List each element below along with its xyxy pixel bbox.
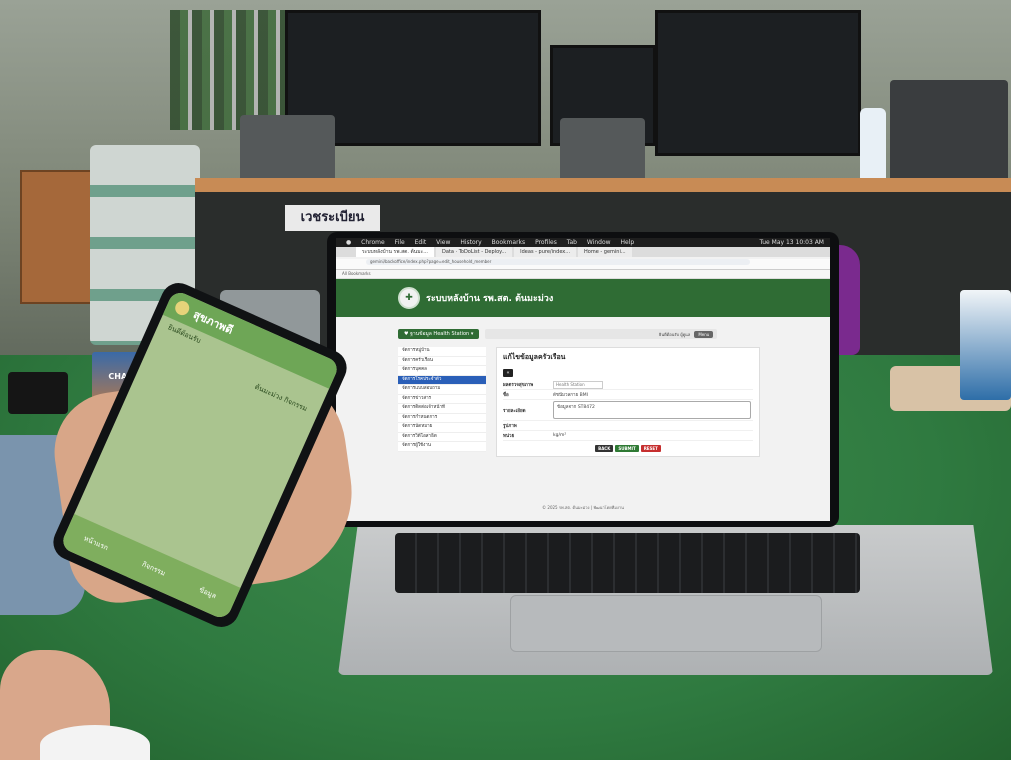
sidebar-item-surveys[interactable]: จัดการแบบสอบถาม bbox=[398, 385, 486, 395]
user-bar: ยินดีต้อนรับ ผู้ดูแล Menu bbox=[485, 329, 718, 339]
photo-scene: เวชระเบียน CHABAA ● Chrome File Edit Vie… bbox=[0, 0, 1011, 760]
juice-cup-right bbox=[960, 290, 1011, 400]
menu-profiles[interactable]: Profiles bbox=[535, 239, 557, 246]
sidebar-item-videos[interactable]: จัดการวิดีโอสาธิต bbox=[398, 432, 486, 442]
field-label: ผลตรวจสุขภาพ bbox=[503, 383, 534, 388]
browser-tab[interactable]: Ideas - pure/index... bbox=[514, 247, 577, 257]
main-content: จัดการหมู่บ้าน จัดการครัวเรือน จัดการบุค… bbox=[398, 347, 830, 457]
back-arrow-icon[interactable]: « bbox=[503, 369, 513, 377]
submit-button[interactable]: SUBMIT bbox=[615, 445, 639, 452]
black-tablet bbox=[8, 372, 68, 414]
sidebar-item-persons[interactable]: จัดการบุคคล bbox=[398, 366, 486, 376]
app-title: ระบบหลังบ้าน รพ.สต. ต้นมะม่วง bbox=[426, 294, 554, 304]
form-row-name: ชื่อ ดัชนีมวลกาย BMI bbox=[503, 390, 753, 400]
sidebar: จัดการหมู่บ้าน จัดการครัวเรือน จัดการบุค… bbox=[398, 347, 486, 457]
field-label: รูปภาพ bbox=[503, 424, 517, 429]
wooden-cabinet bbox=[20, 170, 99, 304]
sidebar-item-diseases[interactable]: จัดการโรคประจำตัว bbox=[398, 375, 486, 385]
sidebar-item-users[interactable]: จัดการผู้ใช้งาน bbox=[398, 442, 486, 452]
computer-mouse bbox=[40, 725, 150, 760]
reset-button[interactable]: RESET bbox=[640, 445, 661, 452]
laptop-screen: ● Chrome File Edit View History Bookmark… bbox=[336, 238, 830, 521]
form-buttons: BACK SUBMIT RESET bbox=[503, 445, 753, 452]
type-select[interactable]: Health Station bbox=[553, 380, 603, 389]
hospital-logo-icon: ✚ bbox=[398, 287, 420, 309]
menubar-clock: Tue May 13 10:03 AM bbox=[759, 239, 825, 246]
app-footer: © 2025 รพ.สต. ต้นมะม่วง | พัฒนาโดยทีมงาน bbox=[542, 505, 624, 510]
browser-toolbar: gemini/backoffice/index.php?page=edit_ho… bbox=[336, 259, 830, 270]
phone-logo-icon bbox=[172, 298, 192, 318]
menu-bookmarks[interactable]: Bookmarks bbox=[492, 239, 526, 246]
health-station-label: ฐานข้อมูล Health Station bbox=[410, 331, 470, 337]
browser-tab[interactable]: Home - gemini... bbox=[578, 247, 632, 257]
field-label: หน่วย bbox=[503, 434, 515, 439]
records-sign: เวชระเบียน bbox=[285, 205, 380, 231]
form-row-image: รูปภาพ bbox=[503, 421, 753, 431]
desk-top bbox=[195, 178, 1011, 192]
menu-tab[interactable]: Tab bbox=[567, 239, 577, 246]
sidebar-item-schedule[interactable]: จัดการกำหนดการ bbox=[398, 413, 486, 423]
edit-form: แก้ไขข้อมูลครัวเรือน « ผลตรวจสุขภาพ Heal… bbox=[496, 347, 760, 457]
form-title: แก้ไขข้อมูลครัวเรือน bbox=[503, 353, 566, 361]
apple-icon[interactable]: ● bbox=[346, 239, 351, 246]
printer-left bbox=[240, 115, 335, 185]
menu-chrome[interactable]: Chrome bbox=[361, 239, 385, 246]
monitor-right bbox=[655, 10, 861, 156]
sidebar-item-villages[interactable]: จัดการหมู่บ้าน bbox=[398, 347, 486, 357]
menu-window[interactable]: Window bbox=[587, 239, 611, 246]
menu-file[interactable]: File bbox=[395, 239, 405, 246]
browser-tab[interactable]: Data · ToDoList - Deploy... bbox=[435, 247, 513, 257]
trackpad[interactable] bbox=[510, 595, 822, 652]
browser-tab[interactable]: ระบบหลังบ้าน รพ.สต. ต้นมะ... bbox=[356, 247, 434, 257]
menu-view[interactable]: View bbox=[436, 239, 450, 246]
bookmarks-bar[interactable]: All Bookmarks bbox=[336, 270, 830, 279]
sidebar-item-households[interactable]: จัดการครัวเรือน bbox=[398, 356, 486, 366]
health-station-button[interactable]: ♥ ฐานข้อมูล Health Station ▾ bbox=[398, 329, 480, 339]
back-button[interactable]: BACK bbox=[595, 445, 614, 452]
address-bar[interactable]: gemini/backoffice/index.php?page=edit_ho… bbox=[366, 259, 750, 265]
sidebar-item-news[interactable]: จัดการข่าวสาร bbox=[398, 394, 486, 404]
sidebar-item-contacts[interactable]: จัดการติดต่อเจ้าหน้าที่ bbox=[398, 404, 486, 414]
phone-nav-home[interactable]: หน้าแรก bbox=[82, 533, 110, 554]
mac-menubar: ● Chrome File Edit View History Bookmark… bbox=[336, 238, 830, 247]
sidebar-item-appointments[interactable]: จัดการนัดหมาย bbox=[398, 423, 486, 433]
name-field[interactable]: ดัชนีมวลกาย BMI bbox=[553, 391, 753, 398]
phone-nav-activity[interactable]: กิจกรรม bbox=[140, 559, 167, 579]
welcome-text: ยินดีต้อนรับ ผู้ดูแล bbox=[659, 331, 691, 337]
laptop-keyboard bbox=[395, 533, 860, 593]
form-row-unit: หน่วย kg/m² bbox=[503, 431, 753, 441]
field-label: ชื่อ bbox=[503, 393, 509, 398]
menu-history[interactable]: History bbox=[460, 239, 481, 246]
field-label: รายละเอียด bbox=[503, 408, 526, 414]
form-row-type: ผลตรวจสุขภาพ Health Station bbox=[503, 380, 753, 390]
bookshelf bbox=[170, 10, 290, 130]
chevron-down-icon: ▾ bbox=[470, 331, 474, 337]
phone-nav-info[interactable]: ข้อมูล bbox=[197, 584, 218, 601]
menu-button[interactable]: Menu bbox=[694, 330, 714, 338]
form-row-detail: รายละเอียด ข้อมูลจาก ST8472 bbox=[503, 400, 753, 421]
app-header: ✚ ระบบหลังบ้าน รพ.สต. ต้นมะม่วง bbox=[336, 279, 830, 317]
printer-right bbox=[890, 80, 1008, 190]
menu-help[interactable]: Help bbox=[620, 239, 634, 246]
unit-field[interactable]: kg/m² bbox=[553, 433, 753, 438]
menu-edit[interactable]: Edit bbox=[415, 239, 427, 246]
app-toolbar: ♥ ฐานข้อมูล Health Station ▾ ยินดีต้อนรั… bbox=[398, 329, 830, 339]
detail-textarea[interactable]: ข้อมูลจาก ST8472 bbox=[553, 401, 751, 419]
browser-tabbar: ระบบหลังบ้าน รพ.สต. ต้นมะ... Data · ToDo… bbox=[336, 247, 830, 257]
